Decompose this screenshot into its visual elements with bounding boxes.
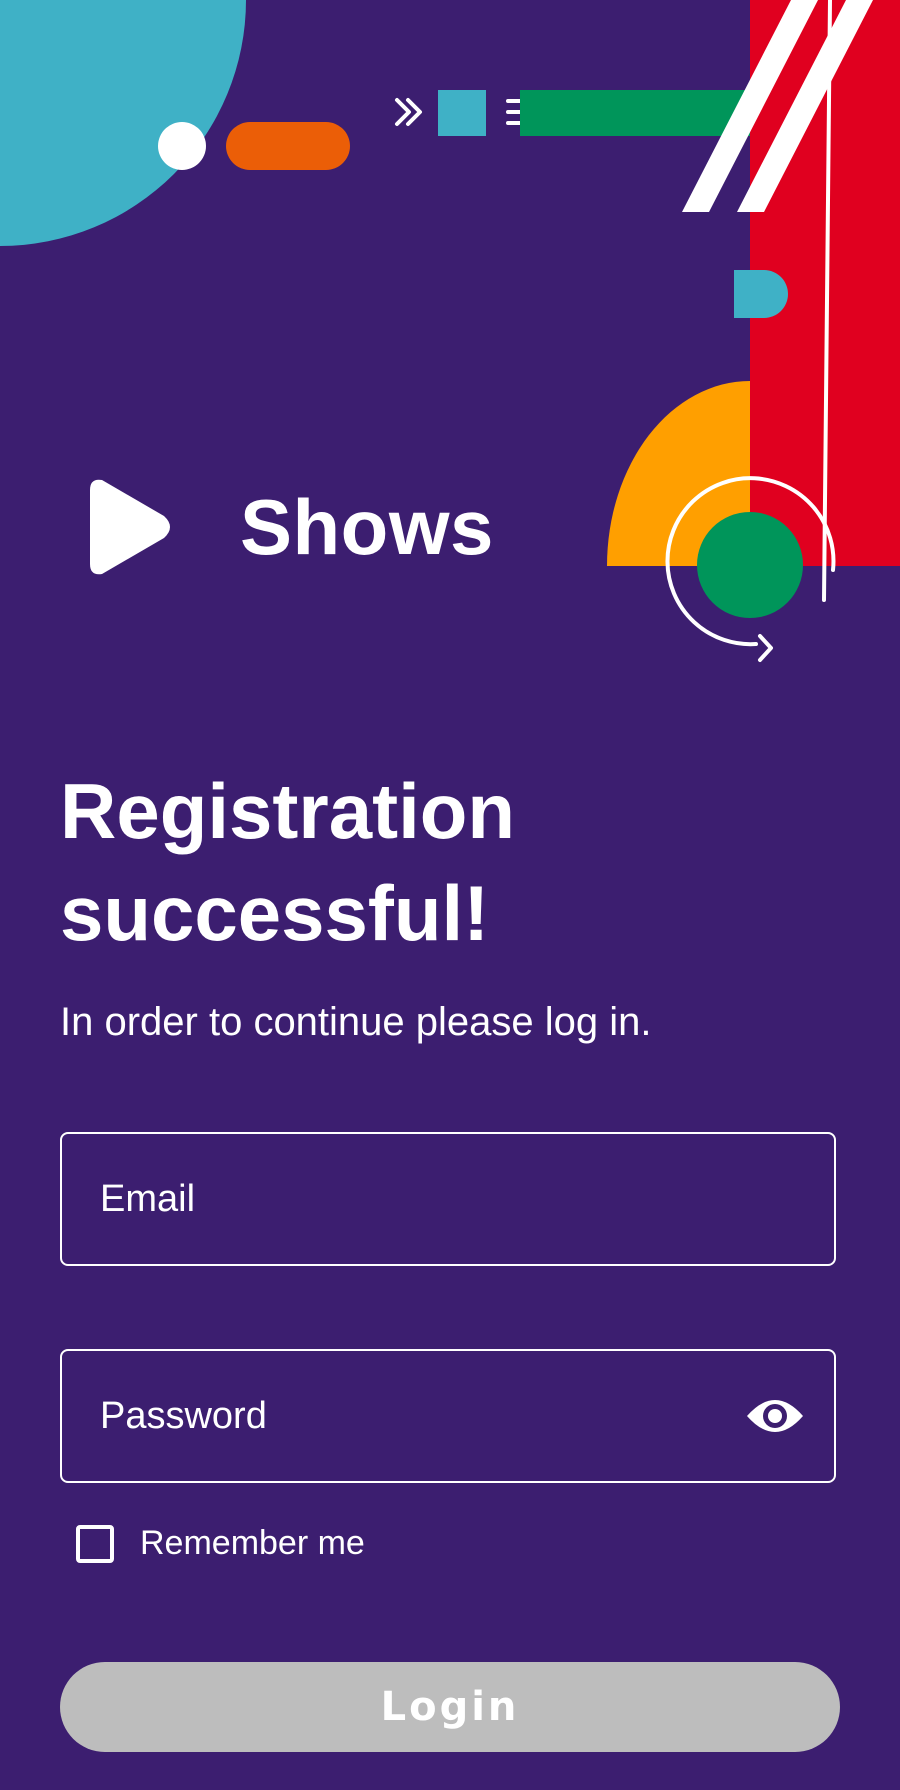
page-subtitle: In order to continue please log in. [60, 1000, 652, 1044]
remember-me-label: Remember me [140, 1524, 365, 1562]
app-logo: Shows [88, 478, 494, 576]
arc-arrow-icon [758, 634, 773, 662]
green-bar-shape [520, 90, 752, 136]
email-field[interactable] [62, 1134, 834, 1264]
white-dot-shape [158, 122, 206, 170]
password-field[interactable] [62, 1351, 834, 1481]
teal-d-shape [734, 270, 788, 318]
teal-circle-shape [0, 0, 246, 246]
page-title-line-2: successful! [60, 869, 490, 957]
page-title-line-1: Registration [60, 767, 516, 855]
play-icon [90, 479, 170, 575]
teal-square-shape [438, 90, 486, 136]
login-button[interactable]: Login [60, 1662, 840, 1752]
decorative-header-graphic [0, 0, 900, 662]
app-title: Shows [240, 483, 494, 571]
double-chevron-icon [395, 98, 422, 126]
email-field-container [60, 1132, 836, 1266]
orange-pill-shape [226, 122, 350, 170]
green-circle-shape [697, 512, 803, 618]
login-screen: Shows Registration successful! In order … [0, 0, 900, 1790]
eye-icon[interactable] [746, 1387, 804, 1445]
remember-me-option[interactable]: Remember me [76, 1524, 365, 1563]
remember-me-checkbox[interactable] [76, 1524, 114, 1563]
password-field-container [60, 1349, 836, 1483]
page-title: Registration successful! [60, 760, 820, 964]
